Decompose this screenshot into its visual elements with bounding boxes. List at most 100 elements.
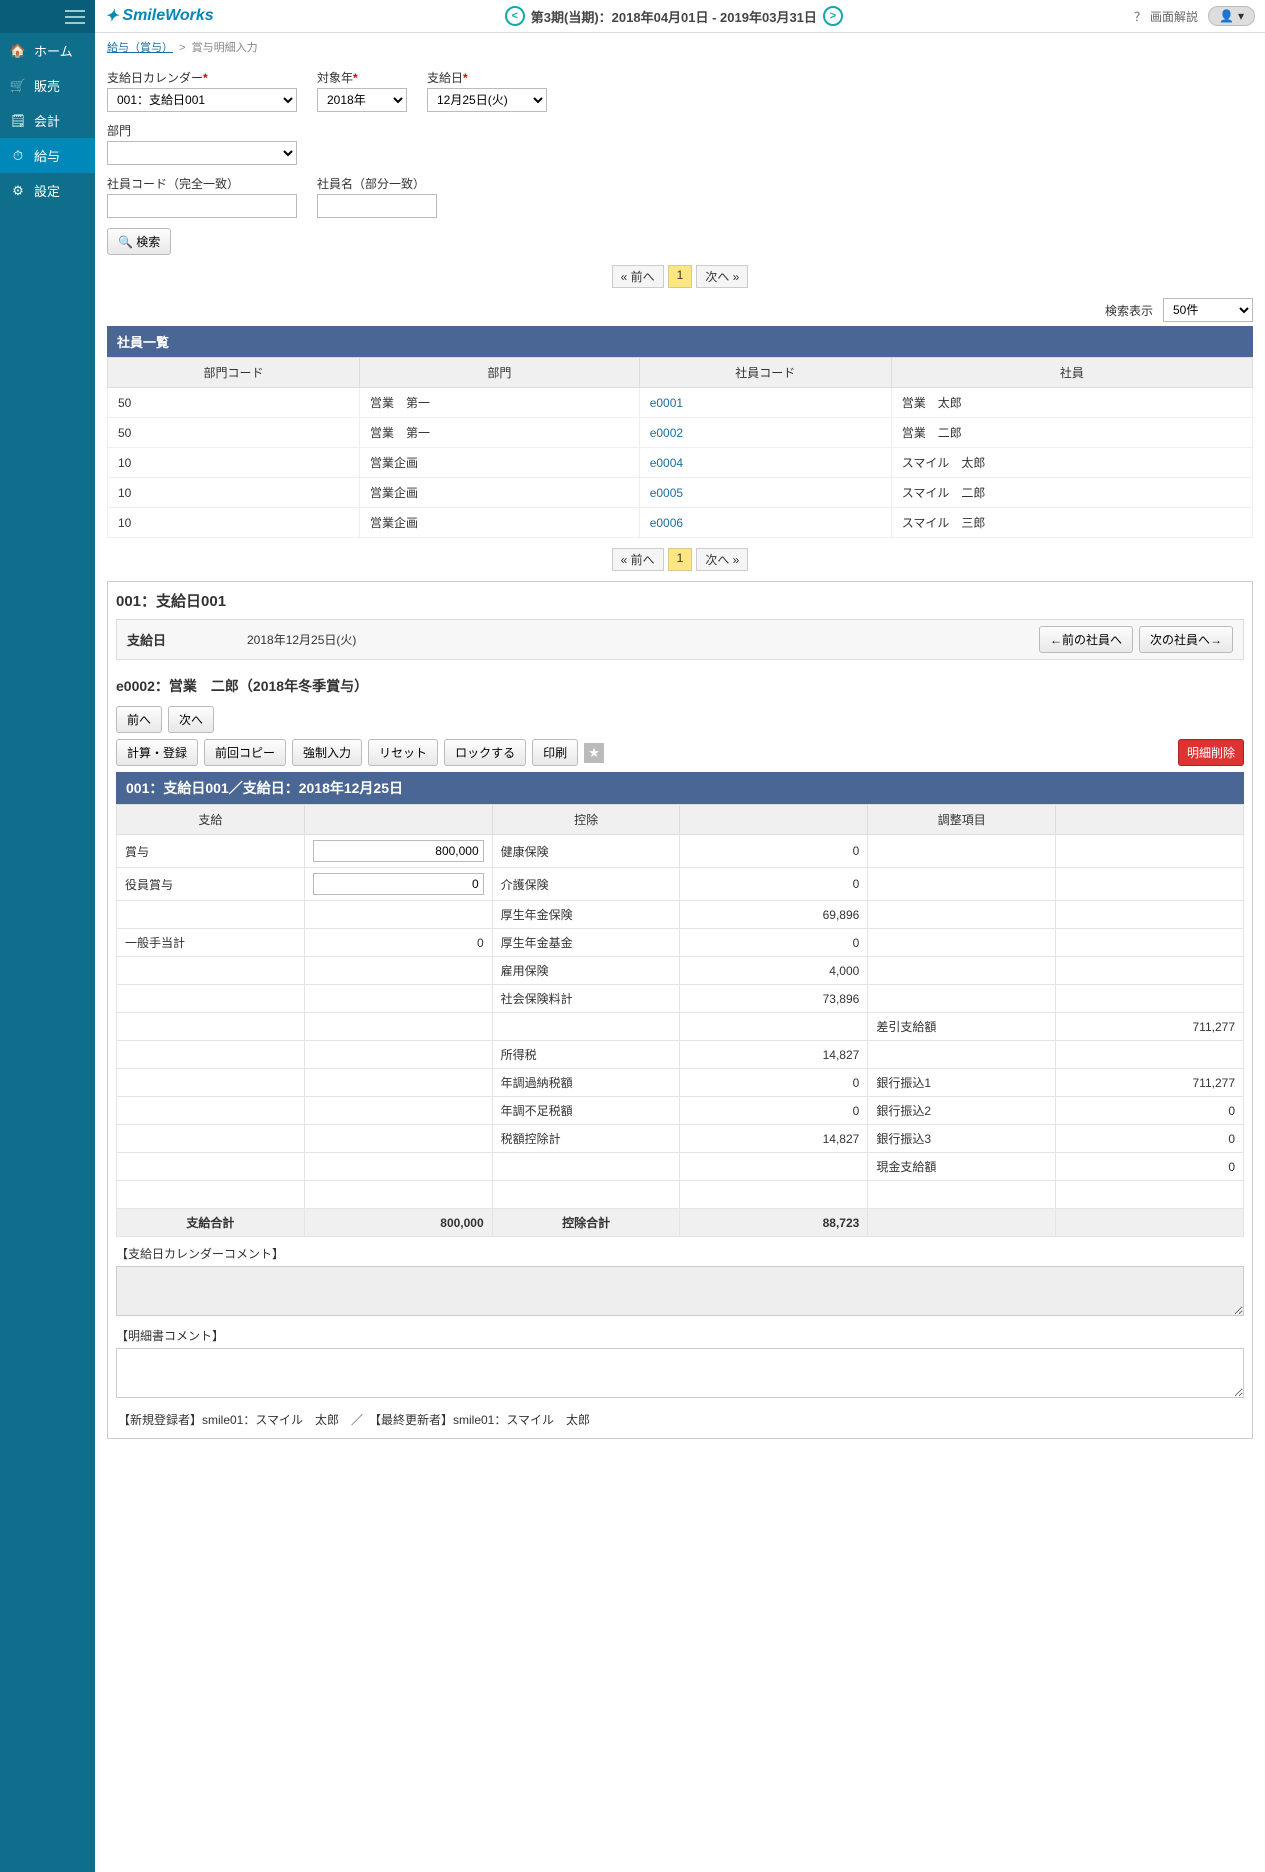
detail-panel: 001：支給日001 支給日 2018年12月25日(火) ←前の社員へ 次の社… [107,581,1253,1439]
adj-value: 0 [1056,1097,1244,1125]
pay-value [304,1013,492,1041]
star-icon[interactable]: ★ [584,743,604,763]
ded-value: 0 [680,1097,868,1125]
sidebar-item-cart[interactable]: 🛒販売 [0,68,95,103]
ded-value: 69,896 [680,901,868,929]
print-button[interactable]: 印刷 [532,739,578,766]
adj-label: 銀行振込1 [868,1069,1056,1097]
sidebar-item-calc[interactable]: 🗒 会計 [0,103,95,138]
table-cell: 営業 第一 [360,388,640,418]
reset-button[interactable]: リセット [368,739,438,766]
adj-label [868,835,1056,868]
calc-icon: 🗒 [10,113,26,129]
breadcrumb-link[interactable]: 給与（賞与） [107,42,173,54]
total-cell: 控除合計 [492,1209,680,1237]
calc-row: 役員賞与介護保険0 [117,868,1244,901]
pay-value [304,901,492,929]
pager-page-1-b[interactable]: 1 [668,548,693,571]
user-menu-button[interactable]: 👤 ▾ [1208,6,1255,26]
pay-value[interactable] [304,835,492,868]
pay-label [117,1153,305,1181]
calendar-select[interactable]: 001：支給日001 [107,88,297,112]
calendar-label: 支給日カレンダー [107,71,203,85]
employee-code-link[interactable]: e0006 [639,508,891,538]
pager-next-2[interactable]: 次へ » [696,548,748,571]
adj-value: 711,277 [1056,1013,1244,1041]
period-prev-icon[interactable]: < [505,6,525,26]
pay-label [117,957,305,985]
calc-register-button[interactable]: 計算・登録 [116,739,198,766]
detail-comment-label: 【明細書コメント】 [116,1327,1244,1344]
employee-code-link[interactable]: e0004 [639,448,891,478]
ded-label: 厚生年金基金 [492,929,680,957]
empname-input[interactable] [317,194,437,218]
next-employee-button[interactable]: 次の社員へ→ [1139,626,1233,653]
pager-page-1[interactable]: 1 [668,265,693,288]
sidebar-item-clock[interactable]: ⏱給与 [0,138,95,173]
pager-next[interactable]: 次へ » [696,265,748,288]
table-row[interactable]: 10営業企画e0004スマイル 太郎 [108,448,1253,478]
pay-label [117,1069,305,1097]
adj-value: 0 [1056,1153,1244,1181]
pay-value[interactable] [304,868,492,901]
ded-value: 0 [680,1069,868,1097]
sidebar-item-gear[interactable]: ⚙設定 [0,173,95,208]
force-input-button[interactable]: 強制入力 [292,739,362,766]
menu-toggle-icon[interactable] [65,10,85,24]
adj-value [1056,957,1244,985]
year-select[interactable]: 2018年 [317,88,407,112]
calc-table: 支給控除調整項目 賞与健康保険0役員賞与介護保険0厚生年金保険69,896一般手… [116,804,1244,1237]
help-link[interactable]: ？ 画面解説 [1134,8,1198,25]
table-cell: 50 [108,418,360,448]
calc-row: 雇用保険4,000 [117,957,1244,985]
total-cell: 800,000 [304,1209,492,1237]
pager-bottom: « 前へ 1 次へ » [107,548,1253,571]
prev-employee-button[interactable]: ←前の社員へ [1039,626,1133,653]
table-cell: 10 [108,478,360,508]
pay-input[interactable] [313,840,484,862]
delete-detail-button[interactable]: 明細削除 [1178,739,1244,766]
table-row[interactable]: 50営業 第一e0002営業 二郎 [108,418,1253,448]
next-button[interactable]: 次へ [168,706,214,733]
lock-button[interactable]: ロックする [444,739,526,766]
user-icon: 👤 [1219,9,1234,23]
employee-code-link[interactable]: e0001 [639,388,891,418]
help-icon: ？ [1134,8,1146,25]
detail-comment-area[interactable] [116,1348,1244,1398]
prev-button[interactable]: 前へ [116,706,162,733]
empcode-input[interactable] [107,194,297,218]
paydate-select[interactable]: 12月25日(火) [427,88,547,112]
sidebar-item-label: 会計 [34,111,60,130]
ded-label: 所得税 [492,1041,680,1069]
copy-prev-button[interactable]: 前回コピー [204,739,286,766]
ded-label: 介護保険 [492,868,680,901]
total-cell [1056,1209,1244,1237]
paydate-label: 支給日 [427,71,463,85]
search-button[interactable]: 🔍 検索 [107,228,171,255]
employee-code-link[interactable]: e0002 [639,418,891,448]
employee-code-link[interactable]: e0005 [639,478,891,508]
calc-row: 社会保険料計73,896 [117,985,1244,1013]
ded-value: 73,896 [680,985,868,1013]
calc-row [117,1181,1244,1209]
table-row[interactable]: 10営業企画e0005スマイル 二郎 [108,478,1253,508]
ded-label: 年調過納税額 [492,1069,680,1097]
gear-icon: ⚙ [10,183,26,199]
table-cell: 営業 第一 [360,418,640,448]
pay-input[interactable] [313,873,484,895]
help-label: 画面解説 [1150,8,1198,25]
dept-select[interactable] [107,141,297,165]
pager-top: « 前へ 1 次へ » [107,265,1253,288]
adj-value: 711,277 [1056,1069,1244,1097]
adj-value [1056,868,1244,901]
table-row[interactable]: 50営業 第一e0001営業 太郎 [108,388,1253,418]
pager-prev[interactable]: « 前へ [612,265,664,288]
empname-label: 社員名（部分一致） [317,175,437,192]
table-row[interactable]: 10営業企画e0006スマイル 三郎 [108,508,1253,538]
period-next-icon[interactable]: > [823,6,843,26]
results-per-page-select[interactable]: 50件 [1163,298,1253,322]
pager-prev-2[interactable]: « 前へ [612,548,664,571]
sidebar-item-home[interactable]: 🏠ホーム [0,33,95,68]
calc-header: 支給 [117,805,305,835]
results-label: 検索表示 [1105,302,1153,319]
